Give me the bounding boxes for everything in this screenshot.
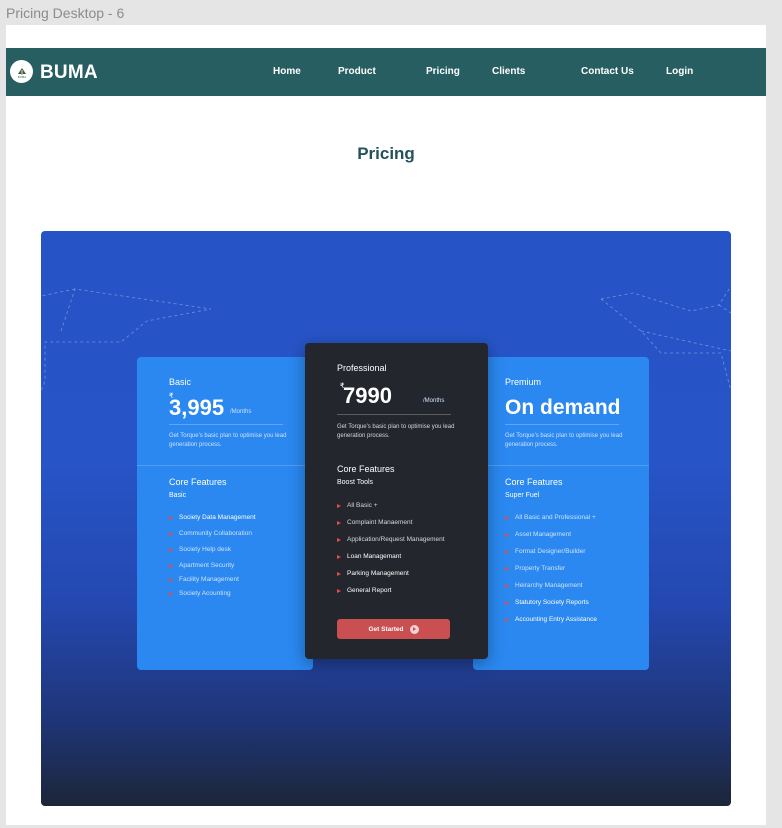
get-started-label: Get Started xyxy=(368,625,404,633)
core-features-heading: Core Features xyxy=(169,477,227,487)
plan-description: Get Torque's basic plan to optimise you … xyxy=(505,433,623,448)
price-period: /Months xyxy=(423,398,445,404)
feature-item: All Basic + xyxy=(337,502,378,509)
tier-label: Super Fuel xyxy=(505,492,540,499)
page-canvas: BUMA BUMA Home Product Pricing Clients C… xyxy=(6,25,766,825)
nav-home[interactable]: Home xyxy=(273,66,301,77)
feature-item: Format Designer/Builder xyxy=(505,548,585,555)
arrow-icon xyxy=(505,515,509,520)
page-title: Pricing xyxy=(357,144,415,163)
feature-item: All Basic and Professional + xyxy=(505,514,596,521)
arrow-icon xyxy=(505,566,509,571)
arrow-icon xyxy=(337,520,341,525)
arrow-icon xyxy=(337,503,341,508)
arrow-right-icon xyxy=(409,624,419,634)
nav-login[interactable]: Login xyxy=(666,66,693,77)
feature-item: Complaint Manaement xyxy=(337,519,412,526)
feature-item: Parking Management xyxy=(337,570,409,577)
core-features-heading: Core Features xyxy=(505,477,563,487)
divider xyxy=(473,465,649,466)
plan-name: Premium xyxy=(505,377,542,387)
feature-item: Heirarchy Management xyxy=(505,582,583,589)
plan-price: On demand xyxy=(505,396,621,419)
feature-item: Statutory Society Reports xyxy=(505,599,589,606)
divider xyxy=(337,414,451,415)
plan-price: 7990 xyxy=(343,383,392,408)
feature-item: Accounting Entry Assistance xyxy=(505,616,597,623)
arrow-icon xyxy=(169,515,173,520)
core-features-heading: Core Features xyxy=(337,464,395,474)
logo-text: BUMA xyxy=(17,75,25,79)
arrow-icon xyxy=(169,547,173,552)
get-started-button[interactable]: Get Started xyxy=(337,619,450,639)
arrow-icon xyxy=(505,617,509,622)
logo-icon[interactable]: BUMA xyxy=(10,60,33,83)
arrow-icon xyxy=(337,554,341,559)
feature-item: Society Help desk xyxy=(169,546,231,553)
plan-description: Get Torque's basic plan to optimise you … xyxy=(337,424,455,439)
feature-item: Application/Request Management xyxy=(337,536,445,543)
feature-item: Society Acounting xyxy=(169,590,231,597)
plan-card-premium: Premium On demand Get Torque's basic pla… xyxy=(473,357,649,670)
arrow-icon xyxy=(169,563,173,568)
pricing-hero: Basic ₹ 3,995 /Months Get Torque's basic… xyxy=(41,231,731,806)
feature-item: Community Collaboration xyxy=(169,530,252,537)
nav-product[interactable]: Product xyxy=(338,66,376,77)
feature-item: Asset Management xyxy=(505,531,571,538)
plan-card-professional: Professional ₹ 7990 /Months Get Torque's… xyxy=(305,343,488,659)
nav-clients[interactable]: Clients xyxy=(492,66,525,77)
price-period: /Months xyxy=(230,409,252,415)
tier-label: Boost Tools xyxy=(337,479,374,486)
nav-pricing[interactable]: Pricing xyxy=(426,66,460,77)
divider xyxy=(169,424,283,425)
tier-label: Basic xyxy=(169,492,187,499)
feature-item: Society Data Management xyxy=(169,514,256,521)
plan-name: Basic xyxy=(169,377,192,387)
navbar: BUMA BUMA Home Product Pricing Clients C… xyxy=(6,48,766,96)
feature-item: General Report xyxy=(337,587,391,594)
arrow-icon xyxy=(169,577,173,582)
feature-item: Loan Managemant xyxy=(337,553,401,560)
feature-item: Property Transfer xyxy=(505,565,565,572)
arrow-icon xyxy=(505,532,509,537)
feature-item: Apartment Security xyxy=(169,562,234,569)
plan-price: 3,995 xyxy=(169,395,225,420)
arrow-icon xyxy=(505,583,509,588)
brand-name[interactable]: BUMA xyxy=(40,62,98,84)
divider xyxy=(505,424,619,425)
arrow-icon xyxy=(505,600,509,605)
frame-label: Pricing Desktop - 6 xyxy=(6,5,125,21)
feature-item: Facility Management xyxy=(169,576,239,583)
arrow-icon xyxy=(337,588,341,593)
arrow-icon xyxy=(337,571,341,576)
plan-card-basic: Basic ₹ 3,995 /Months Get Torque's basic… xyxy=(137,357,313,670)
nav-contact-us[interactable]: Contact Us xyxy=(581,66,634,77)
plan-description: Get Torque's basic plan to optimise you … xyxy=(169,433,287,448)
arrow-icon xyxy=(169,591,173,596)
arrow-icon xyxy=(505,549,509,554)
plan-name: Professional xyxy=(337,363,387,373)
divider xyxy=(137,465,313,466)
arrow-icon xyxy=(169,531,173,536)
arrow-icon xyxy=(337,537,341,542)
